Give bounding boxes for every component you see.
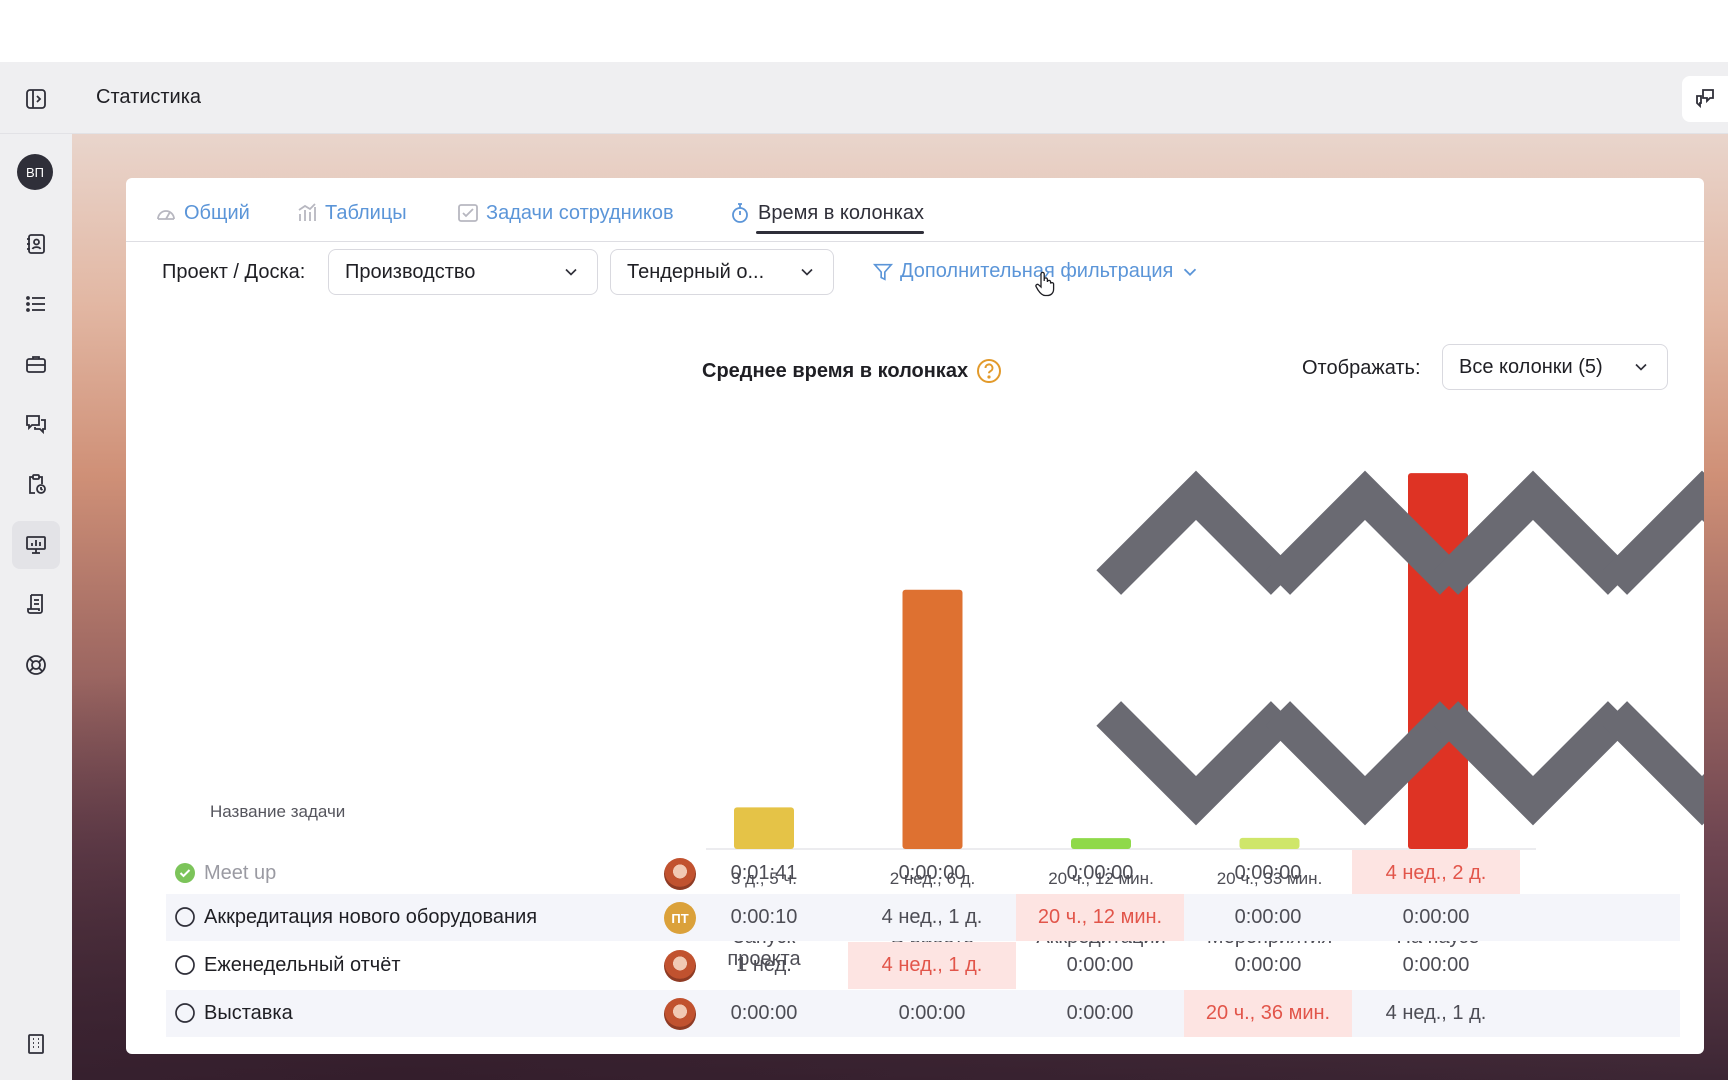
time-cell: 0:00:00 [730, 1002, 798, 1024]
checkbox-icon [458, 204, 478, 222]
chevron-down-icon [1635, 363, 1647, 371]
chart-title: Среднее время в колонках [702, 358, 1002, 384]
time-cell: 0:00:00 [1234, 862, 1302, 884]
time-cell: 4 нед., 1 д. [1385, 1002, 1487, 1024]
time-cell: 0:00:10 [730, 906, 798, 928]
time-cell: 0:00:00 [1402, 906, 1470, 928]
tab-bar: Общий Таблицы Задачи сотрудников Время в… [126, 178, 1704, 242]
gauge-icon [157, 210, 175, 220]
time-cell: 0:00:00 [898, 862, 966, 884]
task-name[interactable]: Еженедельный отчёт [204, 954, 400, 977]
bar-chart: 3 д., 5 ч.Запуск проекта2 нед., 6 д.В ра… [706, 408, 1704, 970]
chevron-down-icon [1184, 268, 1197, 276]
table-row[interactable]: Аккредитация нового оборудования ПТ 0:00:1… [166, 894, 1680, 941]
task-name[interactable]: Аккредитация нового оборудования [204, 906, 537, 929]
chevron-down-icon [565, 268, 577, 276]
board-select-value: Тендерный о... [627, 260, 765, 283]
task-name-header: Название задачи [210, 802, 346, 821]
sort-icon[interactable] [1430, 408, 1704, 888]
time-cell: 0:00:00 [1234, 906, 1302, 928]
project-board-label: Проект / Доска: [162, 261, 306, 283]
lifebuoy-icon[interactable] [24, 653, 48, 677]
time-cell: 20 ч., 36 мин. [1184, 990, 1352, 1037]
status-open-icon[interactable] [174, 906, 196, 928]
project-select[interactable]: Производство [328, 249, 598, 295]
chat-icon[interactable] [24, 412, 48, 436]
tab-time-in-columns-label: Время в колонках [758, 201, 924, 224]
time-cell: 0:00:00 [1066, 954, 1134, 976]
chevron-down-icon [801, 268, 813, 276]
time-cell: 0:00:00 [1066, 862, 1134, 884]
project-select-value: Производство [345, 260, 476, 283]
table-row[interactable]: Выставка 0:00:00 0:00:00 0:00:00 20 ч., 36 м… [166, 990, 1680, 1037]
tab-general-label: Общий [184, 201, 250, 224]
contacts-book-icon[interactable] [24, 232, 48, 256]
briefcase-icon[interactable] [24, 352, 48, 376]
time-cell: 0:00:00 [898, 1002, 966, 1024]
time-cell: 0:00:00 [1066, 1002, 1134, 1024]
tab-time-in-columns[interactable]: Время в колонках [728, 198, 924, 234]
document-icon[interactable] [24, 592, 48, 616]
list-icon[interactable] [24, 292, 48, 316]
time-cell: 20 ч., 12 мин. [1016, 894, 1184, 941]
columns-select-value: Все колонки (5) [1459, 355, 1603, 378]
statistics-card: Общий Таблицы Задачи сотрудников Время в… [126, 178, 1704, 1054]
page-title: Статистика [96, 86, 202, 108]
time-cell: 4 нед., 1 д. [881, 906, 983, 928]
hand-cursor-icon [1035, 271, 1055, 297]
chat-toggle-button[interactable] [1682, 76, 1728, 122]
time-cell: 0:00:00 [1402, 954, 1470, 976]
table-row[interactable]: Meet up 0:01:41 0:00:00 0:00:00 0:00:00 4 нед… [166, 850, 1680, 897]
time-cell: 4 нед., 2 д. [1352, 850, 1520, 897]
tab-employee-tasks[interactable]: Задачи сотрудников [456, 198, 674, 228]
chat-icon [1696, 89, 1714, 109]
help-icon[interactable] [976, 358, 1002, 384]
sidebar-toggle-icon[interactable] [24, 87, 48, 111]
clipboard-clock-icon[interactable] [24, 472, 48, 496]
statistics-board-icon[interactable] [12, 521, 60, 569]
filter-icon [872, 263, 894, 281]
show-label: Отображать: [1302, 357, 1421, 379]
chart-title-text: Среднее время в колонках [702, 359, 969, 382]
status-done-icon[interactable] [174, 862, 196, 884]
tab-employee-tasks-label: Задачи сотрудников [486, 201, 674, 224]
stopwatch-icon [732, 203, 748, 223]
building-icon[interactable] [24, 1032, 48, 1056]
time-cell: 0:00:00 [1234, 954, 1302, 976]
task-name[interactable]: Meet up [204, 862, 276, 885]
user-avatar[interactable]: ВП [17, 154, 53, 190]
columns-select[interactable]: Все колонки (5) [1442, 344, 1668, 390]
tab-general[interactable]: Общий [154, 198, 250, 228]
time-cell: 0:01:41 [730, 862, 798, 884]
status-open-icon[interactable] [174, 1002, 196, 1024]
status-open-icon[interactable] [174, 954, 196, 976]
time-cell: 1 нед. [736, 954, 792, 976]
table-row[interactable]: Еженедельный отчёт 1 нед. 4 нед., 1 д. 0:00… [166, 942, 1680, 989]
time-cell: 4 нед., 1 д. [848, 942, 1016, 989]
board-select[interactable]: Тендерный о... [610, 249, 834, 295]
tab-tables[interactable]: Таблицы [295, 198, 407, 228]
top-strip [0, 0, 1728, 62]
bar-chart-icon [298, 203, 316, 221]
header-bar [0, 62, 1728, 134]
task-name[interactable]: Выставка [204, 1002, 293, 1025]
tab-tables-label: Таблицы [325, 201, 407, 224]
